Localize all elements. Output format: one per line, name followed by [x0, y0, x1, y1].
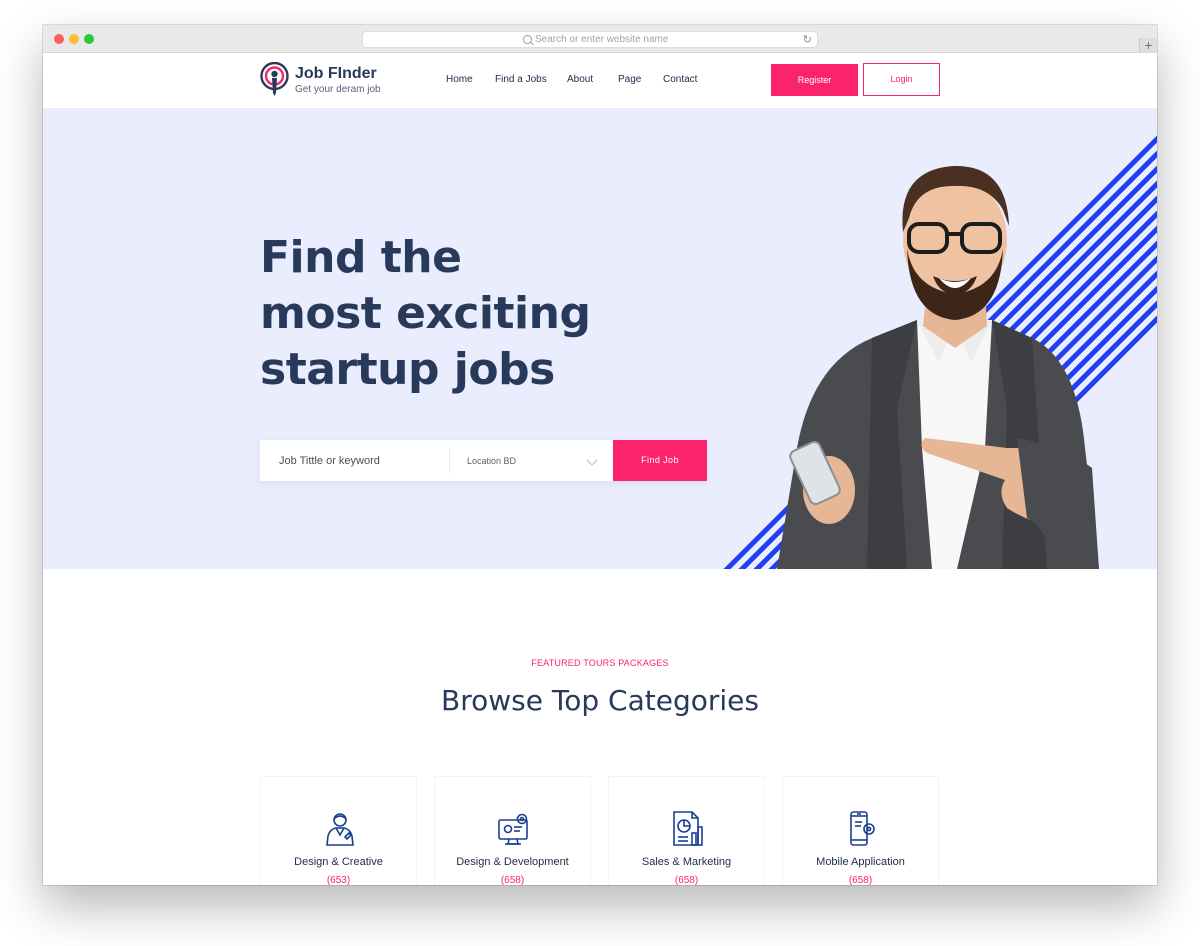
hero-title: Find the most exciting startup jobs [260, 230, 591, 398]
category-card-design-creative[interactable]: Design & Creative (653) [260, 776, 417, 885]
nav-about[interactable]: About [567, 74, 593, 85]
category-name: Design & Creative [294, 856, 383, 868]
section-title: Browse Top Categories [441, 684, 759, 717]
minimize-window-button[interactable] [69, 34, 79, 44]
new-tab-button[interactable]: + [1139, 38, 1157, 54]
location-value: Location BD [467, 456, 517, 466]
category-card-mobile-application[interactable]: Mobile Application (658) [782, 776, 939, 885]
category-name: Design & Development [456, 856, 569, 868]
address-placeholder: Search or enter website name [535, 34, 669, 45]
nav-find-jobs[interactable]: Find a Jobs [495, 74, 547, 85]
hero-title-line: most exciting [260, 288, 591, 339]
brand-tagline: Get your deram job [295, 84, 381, 95]
category-card-design-development[interactable]: Design & Development (658) [434, 776, 591, 885]
browser-toolbar: Search or enter website name ↻ + [43, 25, 1157, 54]
search-icon [523, 35, 532, 44]
phone-gear-icon [850, 811, 875, 846]
section-tag: FEATURED TOURS PACKAGES [531, 658, 669, 668]
category-count: (658) [500, 875, 525, 885]
nav-page[interactable]: Page [618, 74, 641, 85]
job-search-form: Location BD Find Job [260, 440, 707, 481]
designer-icon [326, 813, 354, 846]
reload-icon[interactable]: ↻ [803, 34, 812, 46]
monitor-gear-icon [498, 813, 528, 845]
location-select[interactable]: Location BD [450, 440, 613, 481]
category-count: (653) [326, 875, 351, 885]
report-chart-icon [673, 811, 703, 846]
hero-section: Find the most exciting startup jobs Loca… [43, 108, 1157, 569]
category-name: Mobile Application [816, 856, 905, 868]
chevron-down-icon [586, 454, 598, 466]
browser-window: Search or enter website name ↻ + Job FIn… [43, 25, 1157, 885]
hero-title-line: Find the [260, 232, 462, 283]
logo-icon [260, 62, 289, 96]
close-window-button[interactable] [54, 34, 64, 44]
login-button[interactable]: Login [863, 63, 940, 96]
find-job-button[interactable]: Find Job [613, 440, 707, 481]
brand-name[interactable]: Job FInder [295, 65, 377, 83]
job-keyword-input[interactable] [260, 440, 449, 481]
nav-contact[interactable]: Contact [663, 74, 697, 85]
site-header: Job FInder Get your deram job Home Find … [43, 53, 1157, 108]
hero-title-line: startup jobs [260, 344, 555, 395]
category-count: (658) [848, 875, 873, 885]
category-card-sales-marketing[interactable]: Sales & Marketing (658) [608, 776, 765, 885]
category-count: (658) [674, 875, 699, 885]
nav-home[interactable]: Home [446, 74, 473, 85]
address-bar[interactable]: Search or enter website name ↻ [362, 31, 818, 48]
register-button[interactable]: Register [771, 64, 858, 96]
hero-person-image [777, 165, 1099, 569]
category-name: Sales & Marketing [641, 856, 732, 868]
maximize-window-button[interactable] [84, 34, 94, 44]
